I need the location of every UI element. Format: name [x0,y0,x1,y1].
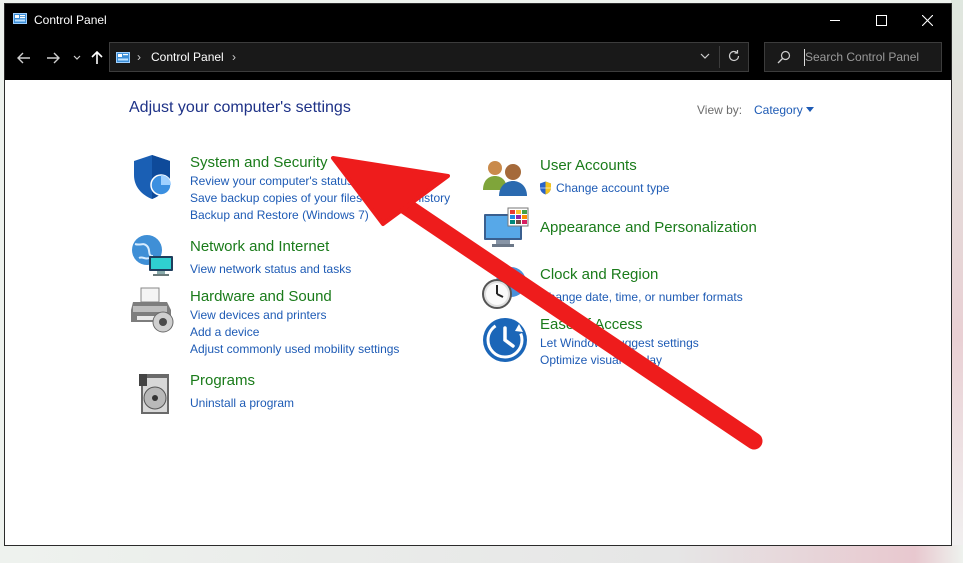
up-button[interactable] [88,49,106,67]
caret-down-icon[interactable] [806,107,814,112]
minimize-icon [829,19,840,21]
breadcrumb-separator[interactable]: › [137,50,141,64]
category-title-hardware-sound[interactable]: Hardware and Sound [190,288,332,305]
close-icon [921,14,933,26]
category-title-appearance[interactable]: Appearance and Personalization [540,219,757,236]
title-bar: Control Panel [5,4,951,36]
maximize-icon [875,14,887,26]
clock-globe-icon[interactable] [481,264,529,312]
page-title: Adjust your computer's settings [129,99,351,116]
category-title-network-internet[interactable]: Network and Internet [190,238,329,255]
category-title-ease-of-access[interactable]: Ease of Access [540,316,643,333]
uac-shield-icon [540,181,551,195]
desktop-background [951,0,963,563]
close-button[interactable] [904,4,950,36]
ease-of-access-icon[interactable] [481,316,529,364]
link-uninstall-program[interactable]: Uninstall a program [190,396,294,410]
forward-button[interactable] [44,49,62,67]
category-title-user-accounts[interactable]: User Accounts [540,157,637,174]
printer-icon[interactable] [129,286,177,334]
address-divider [719,46,720,68]
link-suggest-settings[interactable]: Let Windows suggest settings [540,336,699,350]
chevron-down-icon [73,55,81,60]
category-title-programs[interactable]: Programs [190,372,255,389]
navigation-bar: › Control Panel › [5,36,951,80]
users-icon[interactable] [481,156,529,204]
network-globe-icon[interactable] [129,232,177,280]
window-title: Control Panel [34,13,107,27]
control-panel-content: Adjust your computer's settings View by:… [5,80,951,545]
search-icon [777,50,791,64]
address-bar[interactable]: › Control Panel › [109,42,749,72]
link-backup-restore[interactable]: Backup and Restore (Windows 7) [190,208,369,222]
back-arrow-icon [17,52,30,64]
maximize-button[interactable] [858,4,904,36]
control-panel-window: Control Panel › Control Panel › Search C… [4,3,952,546]
link-review-status[interactable]: Review your computer's status [190,174,353,188]
link-date-time-formats[interactable]: Change date, time, or number formats [540,290,743,304]
back-button[interactable] [15,49,33,67]
link-devices-printers[interactable]: View devices and printers [190,308,327,322]
control-panel-app-icon [13,13,27,24]
search-box[interactable] [764,42,942,72]
link-optimize-display[interactable]: Optimize visual display [540,353,662,367]
category-title-system-security[interactable]: System and Security [190,154,328,171]
shield-icon[interactable] [130,153,178,201]
minimize-button[interactable] [812,4,858,36]
address-dropdown-icon[interactable] [700,51,710,61]
link-change-account-type[interactable]: Change account type [556,181,669,195]
link-network-status[interactable]: View network status and tasks [190,262,351,276]
monitor-palette-icon[interactable] [482,206,530,254]
view-by-label: View by: [697,103,743,117]
link-add-device[interactable]: Add a device [190,325,259,339]
category-title-clock-region[interactable]: Clock and Region [540,266,658,283]
desktop-background-bottom [0,545,963,563]
recent-locations-button[interactable] [68,49,86,67]
breadcrumb-control-panel[interactable]: Control Panel [151,50,224,64]
search-input[interactable] [805,48,935,66]
forward-arrow-icon [47,52,60,64]
refresh-icon[interactable] [727,49,741,63]
control-panel-address-icon [116,52,130,63]
link-mobility-settings[interactable]: Adjust commonly used mobility settings [190,342,399,356]
link-file-history[interactable]: Save backup copies of your files with Fi… [190,191,450,205]
programs-disc-icon[interactable] [133,370,181,418]
up-arrow-icon [91,51,103,64]
breadcrumb-separator-end[interactable]: › [232,50,236,64]
view-by-dropdown[interactable]: Category [754,103,803,117]
